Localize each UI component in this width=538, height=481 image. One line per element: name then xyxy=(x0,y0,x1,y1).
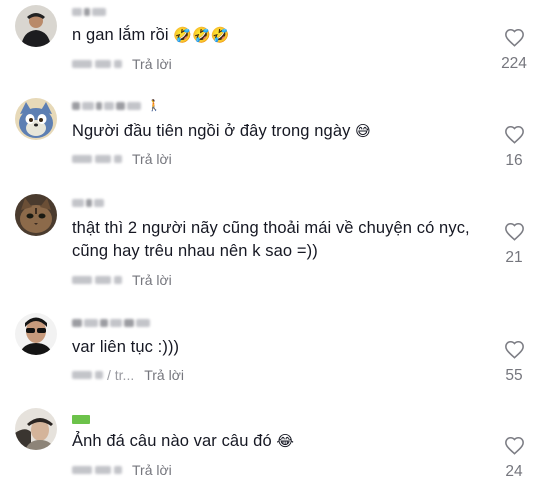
comment-text: n gan lắm rồi 🤣🤣🤣 xyxy=(72,26,230,44)
heart-outline-icon[interactable] xyxy=(504,28,525,47)
like-count: 21 xyxy=(505,249,523,266)
comment-meta: Trả lời xyxy=(72,151,172,167)
reply-button[interactable]: Trả lời xyxy=(132,56,172,72)
green-flag-icon xyxy=(72,414,90,424)
avatar[interactable] xyxy=(15,98,57,140)
comment-text: Người đầu tiên ngồi ở đây trong ngày 😅 xyxy=(72,122,371,140)
username[interactable] xyxy=(72,197,104,209)
comment-meta: Trả lời xyxy=(72,272,172,288)
username[interactable] xyxy=(72,317,150,329)
like-section: 224 xyxy=(494,28,534,73)
reply-button[interactable]: Trả lời xyxy=(132,272,172,288)
reply-button[interactable]: Trả lời xyxy=(132,462,172,478)
reply-button[interactable]: Trả lời xyxy=(144,367,184,383)
rofl-emoji: 🤣🤣🤣 xyxy=(173,26,230,44)
heart-outline-icon[interactable] xyxy=(504,436,525,455)
username[interactable] xyxy=(72,6,106,18)
heart-outline-icon[interactable] xyxy=(504,222,525,241)
comment-text: thật thì 2 người nãy cũng thoải mái về c… xyxy=(72,219,470,260)
username[interactable]: 🚶 xyxy=(72,100,161,112)
comment-meta: Trả lời xyxy=(72,56,172,72)
like-count: 55 xyxy=(505,367,523,384)
comment-text: Ảnh đá câu nào var câu đó 😂 xyxy=(72,432,295,450)
avatar[interactable] xyxy=(15,194,57,236)
like-section: 24 xyxy=(494,436,534,481)
avatar[interactable] xyxy=(15,408,57,450)
walking-person-icon: 🚶 xyxy=(147,99,161,112)
heart-outline-icon[interactable] xyxy=(504,340,525,359)
like-count: 224 xyxy=(501,55,527,72)
date-text: / tr... xyxy=(107,367,135,383)
avatar[interactable] xyxy=(15,5,57,47)
username[interactable] xyxy=(72,413,90,425)
like-section: 16 xyxy=(494,125,534,170)
joy-emoji: 😂 xyxy=(276,432,295,450)
sweat-smile-emoji: 😅 xyxy=(355,122,371,140)
avatar[interactable] xyxy=(15,313,57,355)
like-count: 16 xyxy=(505,152,523,169)
reply-button[interactable]: Trả lời xyxy=(132,151,172,167)
comment-text: var liên tục :))) xyxy=(72,338,180,356)
like-section: 55 xyxy=(494,340,534,385)
like-count: 24 xyxy=(505,463,523,480)
like-section: 21 xyxy=(494,222,534,267)
comment-meta: / tr... Trả lời xyxy=(72,367,184,383)
comment-meta: Trả lời xyxy=(72,462,172,478)
heart-outline-icon[interactable] xyxy=(504,125,525,144)
